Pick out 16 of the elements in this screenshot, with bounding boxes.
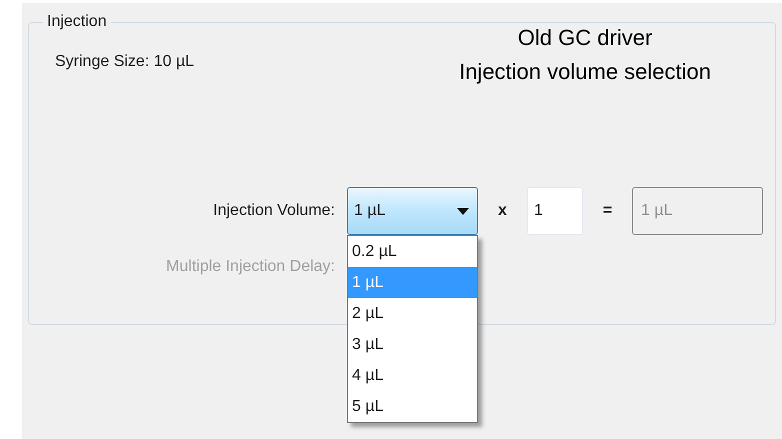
dropdown-option[interactable]: 5 µL [348,391,477,422]
group-title: Injection [46,13,108,31]
injection-volume-label: Injection Volume: [212,202,336,220]
syringe-size-label: Syringe Size: 10 µL [55,53,194,71]
dropdown-option[interactable]: 4 µL [348,360,477,391]
multiplier-field[interactable]: 1 [527,187,583,235]
annotation-text: Injection volume selection [459,58,711,86]
multiply-sign: x [497,202,508,220]
multiple-injection-delay-label: Multiple Injection Delay: [165,257,336,277]
dropdown-option[interactable]: 3 µL [348,329,477,360]
annotation-text: Old GC driver [518,24,652,52]
caret-icon [457,208,469,214]
dropdown-option[interactable]: 0.2 µL [348,236,477,267]
dropdown-option[interactable]: 2 µL [348,298,477,329]
injection-volume-dropdown[interactable]: 1 µL [347,187,478,235]
equals-sign: = [602,202,614,220]
